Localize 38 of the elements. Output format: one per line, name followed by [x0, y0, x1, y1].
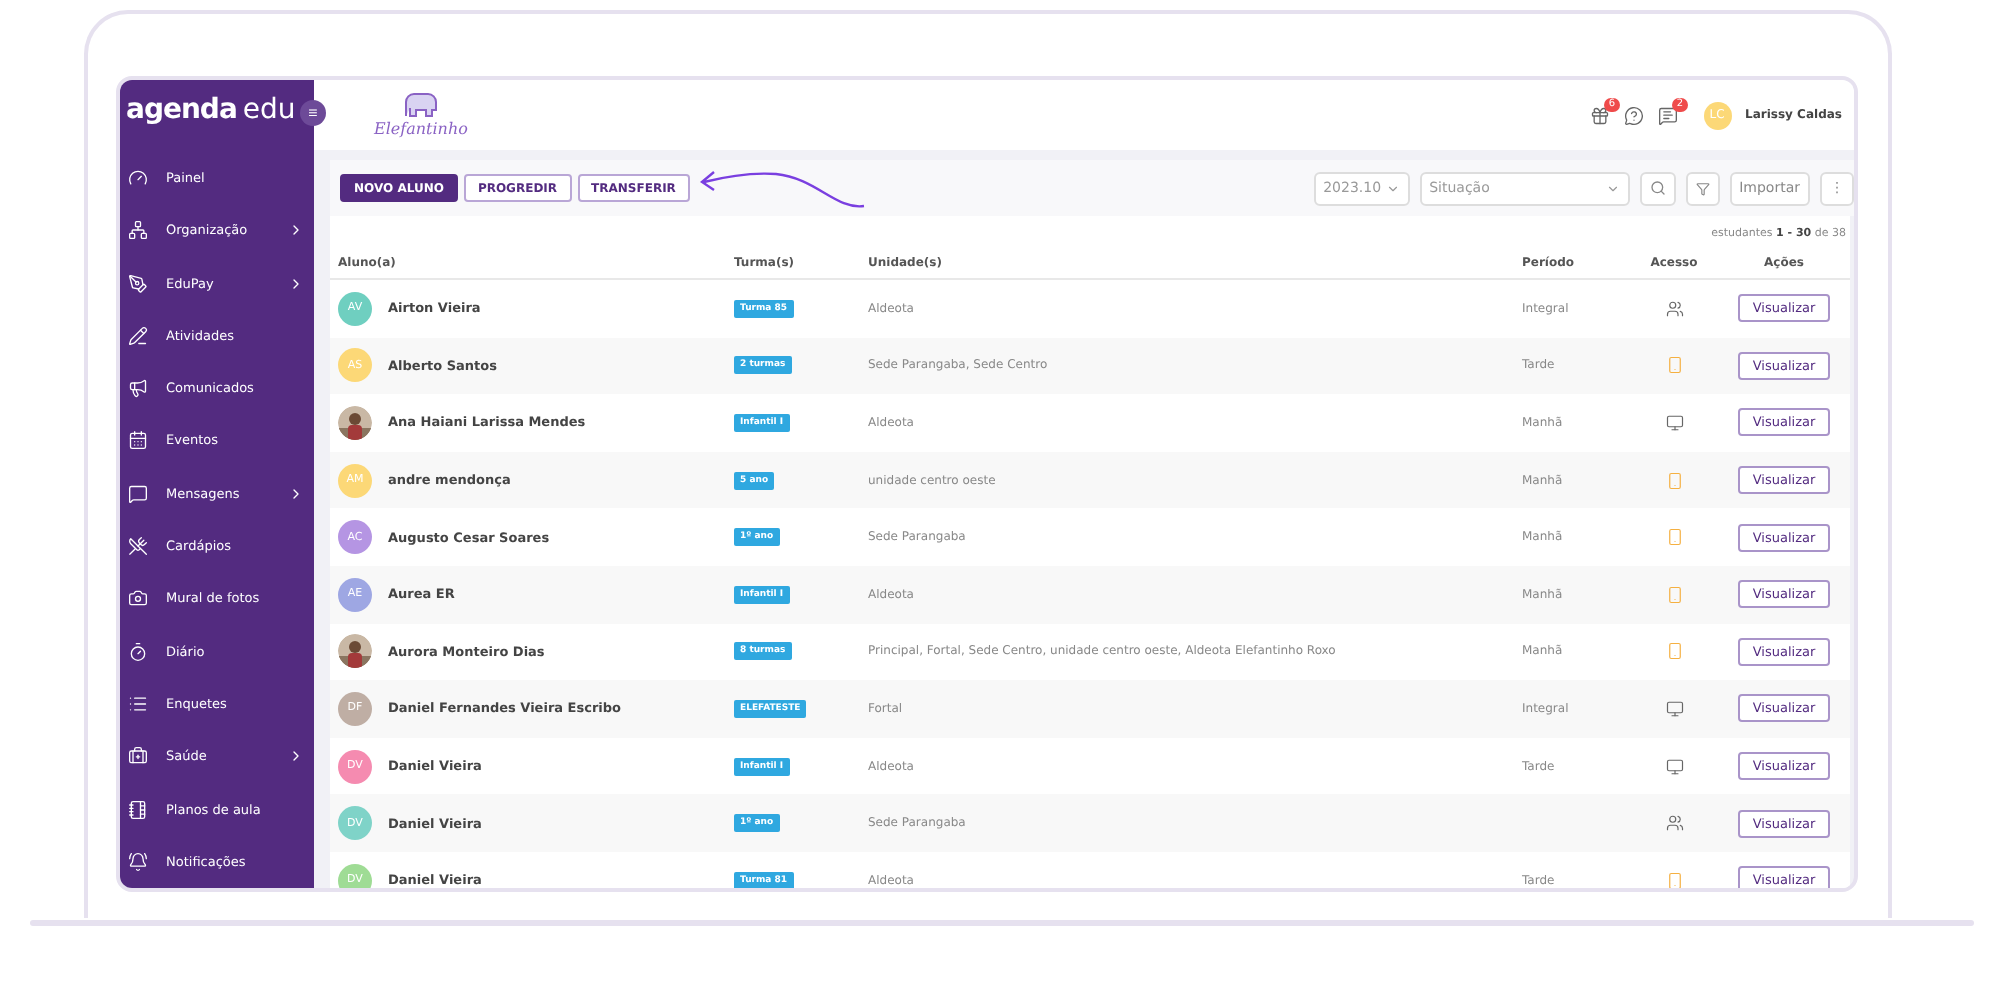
elephant-icon: [400, 92, 441, 120]
phone-icon: [1665, 528, 1683, 547]
chevron-down-icon: [1605, 181, 1620, 195]
monitor-icon: [1665, 699, 1683, 718]
chat-icon: [128, 483, 148, 504]
people-icon: [1665, 814, 1683, 833]
gift-icon[interactable]: [1589, 105, 1610, 125]
cutlery-icon: [128, 536, 148, 557]
search-button[interactable]: [1639, 171, 1676, 205]
phone-icon: [1665, 585, 1683, 604]
calendar-icon: [128, 430, 148, 451]
help-icon[interactable]: [1623, 105, 1644, 125]
medical-kit-icon: [128, 746, 148, 767]
brand-logo: agenda: [126, 93, 237, 126]
gauge-icon: [128, 167, 148, 188]
filter-icon: [1695, 181, 1710, 195]
timer-icon: [128, 641, 148, 662]
bell-icon: [128, 851, 148, 872]
message-icon[interactable]: [1657, 105, 1678, 125]
chevron-down-icon: [1385, 181, 1400, 195]
camera-icon: [128, 588, 148, 609]
brand-logo-suffix: edu: [242, 93, 296, 126]
monitor-icon: [1665, 757, 1683, 776]
phone-icon: [1665, 356, 1683, 375]
notebook-icon: [128, 799, 148, 820]
phone-icon: [1665, 642, 1683, 661]
people-icon: [1665, 299, 1683, 318]
list-icon: [128, 693, 148, 714]
monitor-icon: [1665, 413, 1683, 432]
search-icon: [1649, 180, 1666, 196]
hierarchy-icon: [128, 220, 148, 241]
menu-toggle[interactable]: ≡: [300, 100, 326, 126]
pencil-icon: [128, 325, 148, 346]
pen-icon: [128, 273, 148, 294]
megaphone-icon: [128, 378, 148, 399]
school-logo: Elefantinho: [374, 120, 468, 138]
phone-icon: [1665, 471, 1683, 490]
phone-icon: [1665, 871, 1683, 888]
